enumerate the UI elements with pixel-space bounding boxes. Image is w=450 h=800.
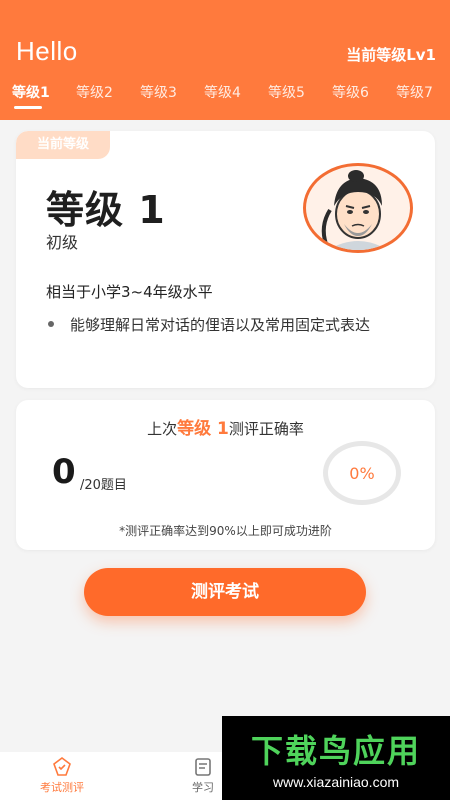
active-tab-indicator — [14, 106, 42, 109]
tab-level-3[interactable]: 等级3 — [140, 82, 177, 102]
watermark-url: www.xiazainiao.com — [272, 774, 400, 790]
tab-level-5[interactable]: 等级5 — [268, 82, 305, 102]
level-description: 能够理解日常对话的俚语以及常用固定式表达 — [46, 313, 406, 337]
level-title: 等级 1 — [46, 188, 166, 232]
tab-level-6[interactable]: 等级6 — [332, 82, 369, 102]
score-title-level: 等级 1 — [177, 419, 229, 439]
exam-badge-icon — [53, 757, 71, 776]
nav-item-study[interactable]: 学习 — [192, 756, 214, 795]
bullet-icon — [48, 321, 54, 327]
nav-item-exam[interactable]: 考试测评 — [40, 756, 84, 795]
study-book-icon — [195, 758, 211, 776]
advance-note: *测评正确率达到90%以上即可成功进阶 — [119, 524, 332, 538]
score-title-prefix: 上次 — [147, 420, 178, 438]
score-card: 上次等级 1测评正确率 0 /20题目 0% *测评正确率达到90%以上即可成功… — [16, 400, 435, 550]
level-tabs: 等级1 等级2 等级3 等级4 等级5 等级6 等级7 — [0, 82, 450, 112]
score-title-suffix: 测评正确率 — [228, 420, 304, 438]
level-equivalent: 相当于小学3~4年级水平 — [46, 283, 213, 301]
score-unit: /20题目 — [80, 478, 127, 493]
level-card: 当前等级 等级 1 初级 相当于小学3~4年级水平 能够理解日常对话的俚语以及常… — [16, 131, 435, 388]
tab-level-2[interactable]: 等级2 — [76, 82, 113, 102]
level-subtitle: 初级 — [46, 233, 79, 252]
greeting-title: Hello — [16, 36, 78, 66]
nav-label-study: 学习 — [192, 781, 214, 794]
monk-avatar-icon — [321, 170, 388, 250]
accuracy-ring: 0% — [323, 441, 401, 505]
score-value: 0 — [52, 452, 76, 492]
current-level-label: 当前等级Lv1 — [346, 46, 436, 64]
nav-label-exam: 考试测评 — [40, 781, 84, 794]
watermark-logo: 下载鸟应用 — [250, 732, 421, 770]
start-exam-button[interactable]: 测评考试 — [84, 568, 366, 616]
site-watermark: 下载鸟应用 www.xiazainiao.com — [222, 716, 450, 800]
score-card-title: 上次等级 1测评正确率 — [16, 414, 435, 439]
tab-level-1[interactable]: 等级1 — [12, 82, 50, 102]
current-level-badge: 当前等级 — [16, 131, 110, 159]
badge-label: 当前等级 — [36, 137, 89, 152]
tab-level-4[interactable]: 等级4 — [204, 82, 241, 102]
accuracy-percent: 0% — [349, 463, 375, 483]
character-avatar — [303, 163, 413, 253]
app-header: Hello 当前等级Lv1 等级1 等级2 等级3 等级4 等级5 等级6 等级… — [0, 0, 450, 120]
level-description-text: 能够理解日常对话的俚语以及常用固定式表达 — [70, 316, 371, 334]
tab-level-7[interactable]: 等级7 — [396, 82, 433, 102]
